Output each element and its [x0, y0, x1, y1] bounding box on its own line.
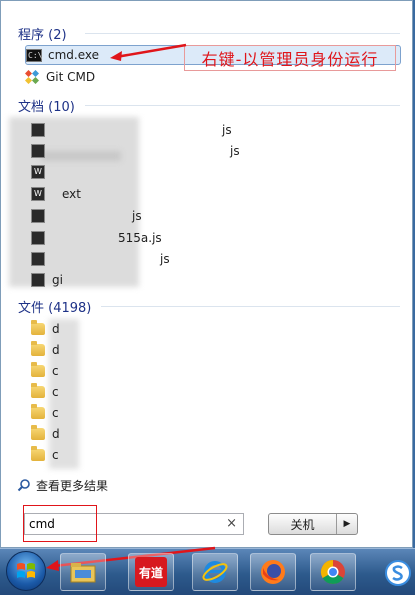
start-menu: 程序 (2) C:\ cmd.exe Git CMD 右键-以管理员身份运行 文…	[0, 0, 413, 548]
document-icon	[31, 252, 45, 266]
see-more-results-link[interactable]: 查看更多结果	[17, 476, 108, 494]
taskbar-youdao-button[interactable]: 有道	[128, 553, 174, 591]
annotation-label: 右键-以管理员身份运行	[184, 45, 396, 71]
taskbar-firefox-button[interactable]	[250, 553, 296, 591]
folder-icon	[31, 320, 45, 335]
taskbar-explorer-button[interactable]	[60, 553, 106, 591]
file-item[interactable]: c	[31, 445, 59, 465]
highlight-box	[23, 505, 97, 542]
document-item[interactable]: gi	[31, 270, 63, 290]
file-label: c	[52, 385, 59, 399]
word-doc-icon: W	[31, 187, 45, 201]
shutdown-options-arrow-icon[interactable]: ▶	[337, 514, 357, 534]
document-item[interactable]: js	[31, 249, 170, 269]
document-item[interactable]: W ext	[31, 184, 81, 204]
file-item[interactable]: d	[31, 340, 60, 360]
file-label: d	[52, 427, 60, 441]
shutdown-button[interactable]: 关机 ▶	[268, 513, 358, 535]
document-item[interactable]: W	[31, 162, 52, 182]
youdao-icon: 有道	[135, 557, 167, 587]
clear-search-icon[interactable]: ×	[226, 516, 237, 531]
cmd-icon: C:\	[26, 48, 43, 62]
program-label: cmd.exe	[48, 48, 100, 62]
file-label: c	[52, 406, 59, 420]
firefox-icon	[261, 560, 285, 584]
section-divider	[85, 33, 400, 34]
section-divider	[101, 306, 400, 307]
document-label: js	[222, 123, 232, 137]
document-label: js	[132, 209, 142, 223]
folder-icon	[31, 404, 45, 419]
git-icon	[24, 69, 40, 85]
file-item[interactable]: c	[31, 361, 59, 381]
search-icon	[17, 479, 30, 492]
documents-header: 文档 (10)	[18, 100, 75, 115]
windows-logo-icon	[17, 563, 35, 578]
document-item[interactable]: 515a.js	[31, 228, 162, 248]
document-label: gi	[52, 273, 63, 287]
document-item[interactable]: js	[31, 206, 142, 226]
shutdown-label: 关机	[269, 514, 337, 534]
file-label: c	[52, 448, 59, 462]
ie-icon	[202, 561, 228, 583]
file-label: d	[52, 343, 60, 357]
taskbar-chrome-button[interactable]	[310, 553, 356, 591]
files-header: 文件 (4198)	[18, 301, 92, 316]
see-more-results-label: 查看更多结果	[36, 478, 109, 493]
document-label: js	[230, 144, 240, 158]
program-label: Git CMD	[46, 70, 96, 84]
annotation-arrow	[110, 43, 187, 61]
document-item[interactable]: js	[31, 141, 240, 161]
folder-icon	[31, 362, 45, 377]
file-item[interactable]: d	[31, 424, 60, 444]
file-item[interactable]: d	[31, 319, 60, 339]
file-label: d	[52, 322, 60, 336]
document-icon	[31, 144, 45, 158]
document-icon	[31, 123, 45, 137]
document-icon	[31, 209, 45, 223]
file-label: c	[52, 364, 59, 378]
document-item[interactable]: js	[31, 120, 232, 140]
folder-icon	[31, 425, 45, 440]
taskbar-sogou-button[interactable]	[382, 556, 414, 590]
folder-icon	[31, 383, 45, 398]
sogou-icon	[385, 560, 411, 586]
document-label: ext	[62, 187, 81, 201]
explorer-icon	[70, 563, 96, 583]
section-divider	[85, 105, 400, 106]
taskbar-ie-button[interactable]	[192, 553, 238, 591]
file-item[interactable]: c	[31, 403, 59, 423]
document-icon	[31, 273, 45, 287]
document-label: 515a.js	[118, 231, 162, 245]
programs-header: 程序 (2)	[18, 28, 67, 43]
chrome-icon	[320, 560, 345, 585]
file-item[interactable]: c	[31, 382, 59, 402]
document-icon	[31, 231, 45, 245]
program-item-git-cmd[interactable]: Git CMD	[24, 67, 96, 87]
folder-icon	[31, 341, 45, 356]
folder-icon	[31, 446, 45, 461]
word-doc-icon: W	[31, 165, 45, 179]
document-label: js	[160, 252, 170, 266]
